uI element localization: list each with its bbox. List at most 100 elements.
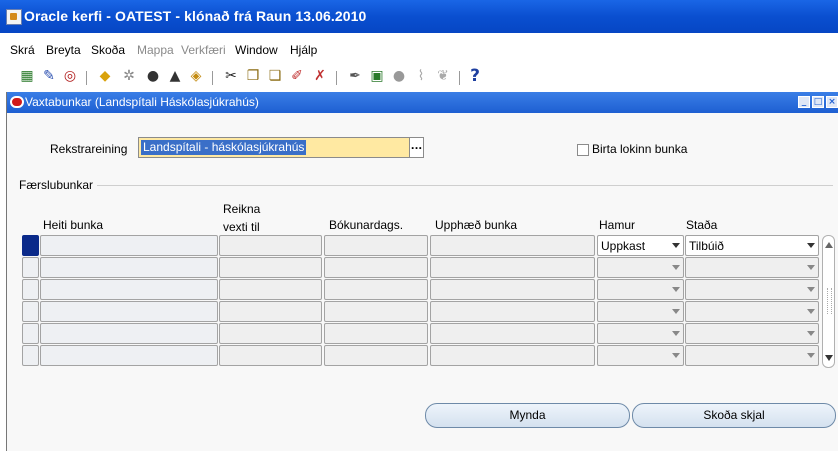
toolbar-separator	[336, 71, 337, 85]
calc-interest-field[interactable]	[219, 301, 322, 322]
toolbar-separator	[86, 71, 87, 85]
status-select[interactable]	[685, 279, 819, 300]
accounting-date-field[interactable]	[324, 235, 428, 256]
chevron-down-icon	[807, 287, 815, 292]
row-selector[interactable]	[22, 279, 39, 300]
calc-interest-field[interactable]	[219, 257, 322, 278]
open-folder-icon[interactable]: ◆	[96, 67, 114, 85]
amount-field[interactable]	[430, 235, 595, 256]
find-icon[interactable]: ✎	[40, 67, 58, 85]
show-closed-label: Birta lokinn bunka	[592, 142, 688, 156]
toolbar-separator	[459, 71, 460, 85]
amount-field[interactable]	[430, 323, 595, 344]
calc-interest-field[interactable]	[219, 279, 322, 300]
application-title-bar: Oracle kerfi - OATEST - klónað frá Raun …	[0, 0, 838, 33]
mode-select[interactable]	[597, 323, 684, 344]
menu-bar: Skrá Breyta Skoða Mappa Verkfæri Window …	[0, 38, 838, 62]
row-selector[interactable]	[22, 235, 39, 256]
folder-tools-icon[interactable]: ❦	[434, 67, 452, 85]
col-header-calc-interest: Reikna vexti til	[223, 202, 261, 234]
chevron-down-icon	[807, 309, 815, 314]
clear-record-icon[interactable]: ✐	[288, 67, 306, 85]
list-of-values-button[interactable]: ...	[410, 137, 424, 158]
print-icon[interactable]: ●	[144, 67, 162, 85]
new-record-icon[interactable]: ▦	[18, 67, 36, 85]
scroll-grip[interactable]	[827, 288, 832, 314]
copy-icon[interactable]: ❐	[244, 67, 262, 85]
chevron-down-icon	[807, 243, 815, 248]
status-select[interactable]	[685, 323, 819, 344]
close-icon[interactable]: ×	[826, 96, 838, 108]
menu-window[interactable]: Window	[235, 43, 278, 57]
translations-icon[interactable]: ●	[390, 67, 408, 85]
accounting-date-field[interactable]	[324, 301, 428, 322]
accounting-date-field[interactable]	[324, 345, 428, 366]
amount-field[interactable]	[430, 345, 595, 366]
batch-name-field[interactable]	[40, 257, 218, 278]
save-icon[interactable]: ✲	[120, 67, 138, 85]
amount-field[interactable]	[430, 279, 595, 300]
col-header-amount: Upphæð bunka	[435, 218, 518, 232]
chevron-down-icon	[807, 353, 815, 358]
cut-icon[interactable]: ✂	[222, 67, 240, 85]
status-select[interactable]	[685, 301, 819, 322]
view-document-button[interactable]: Skoða skjal	[632, 403, 836, 428]
mode-select[interactable]: Uppkast	[597, 235, 684, 256]
scroll-up-icon[interactable]	[825, 242, 833, 248]
accounting-date-field[interactable]	[324, 323, 428, 344]
menu-view[interactable]: Skoða	[91, 43, 125, 57]
paste-icon[interactable]: ❏	[266, 67, 284, 85]
zoom-icon[interactable]: ▣	[368, 67, 386, 85]
calc-interest-field[interactable]	[219, 235, 322, 256]
show-closed-checkbox[interactable]	[577, 144, 589, 156]
batch-name-field[interactable]	[40, 235, 218, 256]
minimize-icon[interactable]: _	[798, 96, 810, 108]
folder-tools-icon[interactable]: ◈	[187, 67, 205, 85]
row-selector[interactable]	[22, 345, 39, 366]
navigator-icon[interactable]: ◎	[61, 67, 79, 85]
scroll-down-icon[interactable]	[825, 355, 833, 361]
chevron-down-icon	[807, 331, 815, 336]
batch-name-field[interactable]	[40, 323, 218, 344]
help-icon[interactable]: ?	[466, 67, 484, 85]
status-select[interactable]	[685, 257, 819, 278]
chevron-down-icon	[807, 265, 815, 270]
switch-responsibility-icon[interactable]: ▲	[166, 67, 184, 85]
amount-field[interactable]	[430, 257, 595, 278]
vertical-scrollbar[interactable]	[822, 235, 835, 368]
mode-select[interactable]	[597, 279, 684, 300]
delete-record-icon[interactable]: ✗	[311, 67, 329, 85]
status-select[interactable]	[685, 345, 819, 366]
org-label: Rekstrareining	[50, 142, 128, 156]
col-header-status: Staða	[686, 218, 718, 232]
oracle-app-icon[interactable]	[6, 9, 22, 25]
status-select[interactable]: Tilbúið	[685, 235, 819, 256]
amount-field[interactable]	[430, 301, 595, 322]
batch-name-field[interactable]	[40, 345, 218, 366]
mode-select[interactable]	[597, 345, 684, 366]
row-selector[interactable]	[22, 323, 39, 344]
batch-name-field[interactable]	[40, 279, 218, 300]
batch-name-field[interactable]	[40, 301, 218, 322]
menu-help[interactable]: Hjálp	[290, 43, 317, 57]
row-selector[interactable]	[22, 257, 39, 278]
maximize-icon[interactable]: □	[812, 96, 824, 108]
menu-edit[interactable]: Breyta	[46, 43, 81, 57]
section-divider	[25, 185, 833, 186]
org-field[interactable]: Landspítali - háskólasjúkrahús	[138, 137, 410, 158]
edit-field-icon[interactable]: ✒	[346, 67, 364, 85]
attachments-icon[interactable]: ⌇	[412, 67, 430, 85]
menu-file[interactable]: Skrá	[10, 43, 35, 57]
accounting-date-field[interactable]	[324, 279, 428, 300]
mode-select[interactable]	[597, 257, 684, 278]
menu-tools[interactable]: Verkfæri	[181, 43, 226, 57]
create-button[interactable]: Mynda	[425, 403, 630, 428]
org-value: Landspítali - háskólasjúkrahús	[141, 140, 307, 155]
calc-interest-field[interactable]	[219, 345, 322, 366]
form-window: Vaxtabunkar (Landspítali Háskólasjúkrahú…	[6, 92, 838, 451]
menu-folder[interactable]: Mappa	[137, 43, 174, 57]
accounting-date-field[interactable]	[324, 257, 428, 278]
mode-select[interactable]	[597, 301, 684, 322]
row-selector[interactable]	[22, 301, 39, 322]
calc-interest-field[interactable]	[219, 323, 322, 344]
